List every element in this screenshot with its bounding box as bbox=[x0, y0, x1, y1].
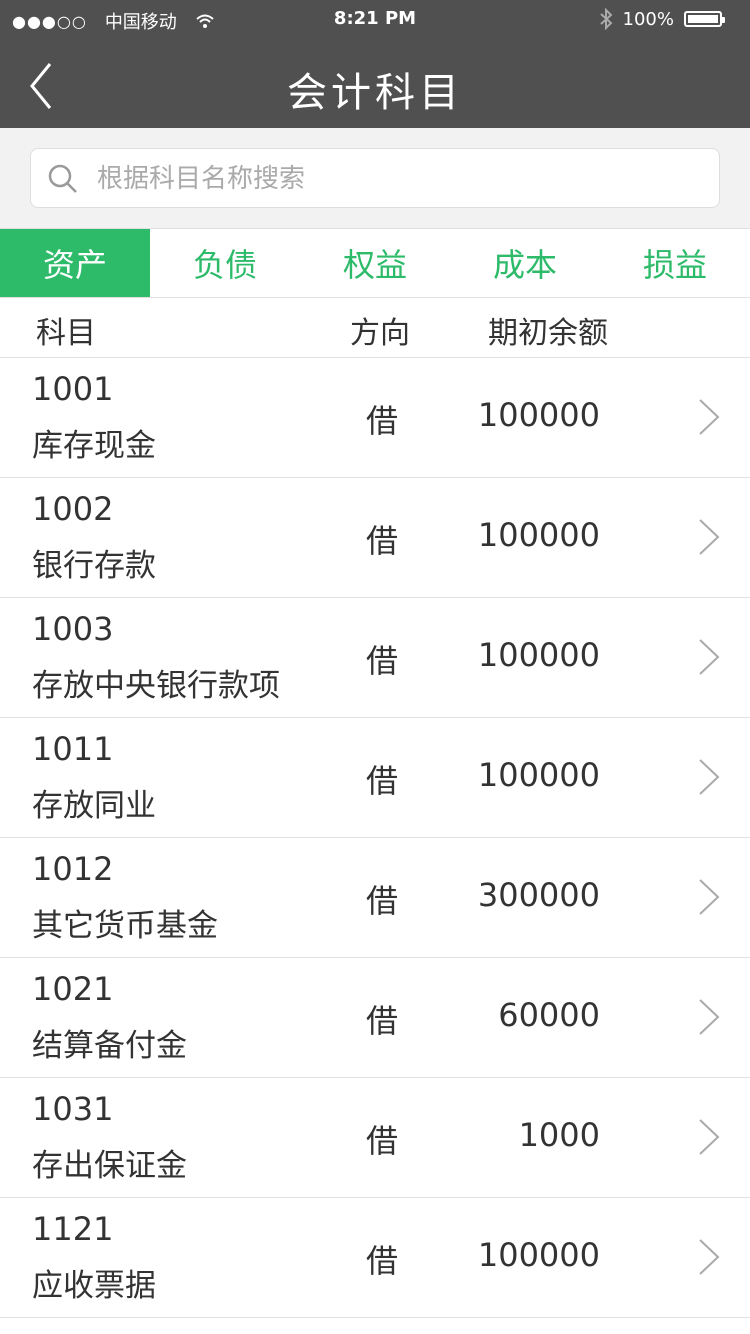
account-amount: 60000 bbox=[498, 996, 600, 1034]
chevron-right-icon bbox=[699, 999, 720, 1035]
account-code: 1121 bbox=[32, 1210, 114, 1248]
account-amount: 100000 bbox=[477, 516, 600, 554]
account-amount: 100000 bbox=[477, 1236, 600, 1274]
chevron-right-icon bbox=[699, 1119, 720, 1155]
account-code: 1021 bbox=[32, 970, 114, 1008]
chevron-right-icon bbox=[699, 759, 720, 795]
tab-profit-loss[interactable]: 损益 bbox=[600, 229, 750, 297]
chevron-right-icon bbox=[699, 519, 720, 555]
status-right: 100% bbox=[599, 8, 725, 30]
search-input[interactable] bbox=[95, 157, 703, 201]
account-list: 1001 库存现金 借 100000 1002 银行存款 借 100000 10… bbox=[0, 358, 750, 1318]
category-tabs: 资产 负债 权益 成本 损益 bbox=[0, 228, 750, 298]
search-box[interactable] bbox=[30, 148, 720, 208]
account-row[interactable]: 1021 结算备付金 借 60000 bbox=[0, 958, 750, 1078]
account-name: 应收票据 bbox=[32, 1268, 156, 1304]
nav-bar: 会计科目 bbox=[0, 40, 750, 128]
battery-percent: 100% bbox=[622, 8, 674, 30]
account-name: 存出保证金 bbox=[32, 1148, 187, 1184]
account-amount: 100000 bbox=[477, 756, 600, 794]
column-opening-balance: 期初余额 bbox=[488, 316, 608, 351]
account-amount: 100000 bbox=[477, 396, 600, 434]
account-amount: 300000 bbox=[477, 876, 600, 914]
page-title: 会计科目 bbox=[287, 70, 463, 116]
account-direction: 借 bbox=[366, 762, 399, 800]
tab-equity[interactable]: 权益 bbox=[300, 229, 450, 297]
account-name: 其它货币基金 bbox=[32, 908, 218, 944]
chevron-right-icon bbox=[699, 399, 720, 435]
account-row[interactable]: 1031 存出保证金 借 1000 bbox=[0, 1078, 750, 1198]
account-code: 1003 bbox=[32, 610, 114, 648]
account-row[interactable]: 1003 存放中央银行款项 借 100000 bbox=[0, 598, 750, 718]
account-name: 存放中央银行款项 bbox=[32, 668, 280, 704]
column-direction: 方向 bbox=[350, 316, 410, 351]
column-subject: 科目 bbox=[36, 316, 96, 351]
account-direction: 借 bbox=[366, 1002, 399, 1040]
column-header: 科目 方向 期初余额 bbox=[0, 298, 750, 358]
tab-assets[interactable]: 资产 bbox=[0, 229, 150, 297]
chevron-right-icon bbox=[699, 1239, 720, 1275]
account-code: 1012 bbox=[32, 850, 114, 888]
search-area bbox=[0, 128, 750, 228]
account-code: 1001 bbox=[32, 370, 114, 408]
account-direction: 借 bbox=[366, 402, 399, 440]
account-row[interactable]: 1121 应收票据 借 100000 bbox=[0, 1198, 750, 1318]
account-name: 存放同业 bbox=[32, 788, 156, 824]
account-name: 库存现金 bbox=[32, 428, 156, 464]
account-row[interactable]: 1002 银行存款 借 100000 bbox=[0, 478, 750, 598]
tab-liabilities[interactable]: 负债 bbox=[150, 229, 300, 297]
account-direction: 借 bbox=[366, 642, 399, 680]
account-code: 1011 bbox=[32, 730, 114, 768]
account-direction: 借 bbox=[366, 1242, 399, 1280]
chevron-right-icon bbox=[699, 639, 720, 675]
account-amount: 100000 bbox=[477, 636, 600, 674]
account-row[interactable]: 1012 其它货币基金 借 300000 bbox=[0, 838, 750, 958]
battery-icon bbox=[684, 11, 725, 27]
account-amount: 1000 bbox=[518, 1116, 600, 1154]
account-direction: 借 bbox=[366, 522, 399, 560]
chevron-right-icon bbox=[699, 879, 720, 915]
account-name: 银行存款 bbox=[32, 548, 156, 584]
account-name: 结算备付金 bbox=[32, 1028, 187, 1064]
app-header: ●●●○○ 中国移动 8:21 PM 100% 会计科目 bbox=[0, 0, 750, 128]
account-direction: 借 bbox=[366, 882, 399, 920]
tab-cost[interactable]: 成本 bbox=[450, 229, 600, 297]
status-bar: ●●●○○ 中国移动 8:21 PM 100% bbox=[0, 0, 750, 40]
account-code: 1031 bbox=[32, 1090, 114, 1128]
account-row[interactable]: 1011 存放同业 借 100000 bbox=[0, 718, 750, 838]
search-icon bbox=[48, 164, 77, 193]
bluetooth-icon bbox=[599, 8, 612, 30]
account-direction: 借 bbox=[366, 1122, 399, 1160]
account-code: 1002 bbox=[32, 490, 114, 528]
account-row[interactable]: 1001 库存现金 借 100000 bbox=[0, 358, 750, 478]
